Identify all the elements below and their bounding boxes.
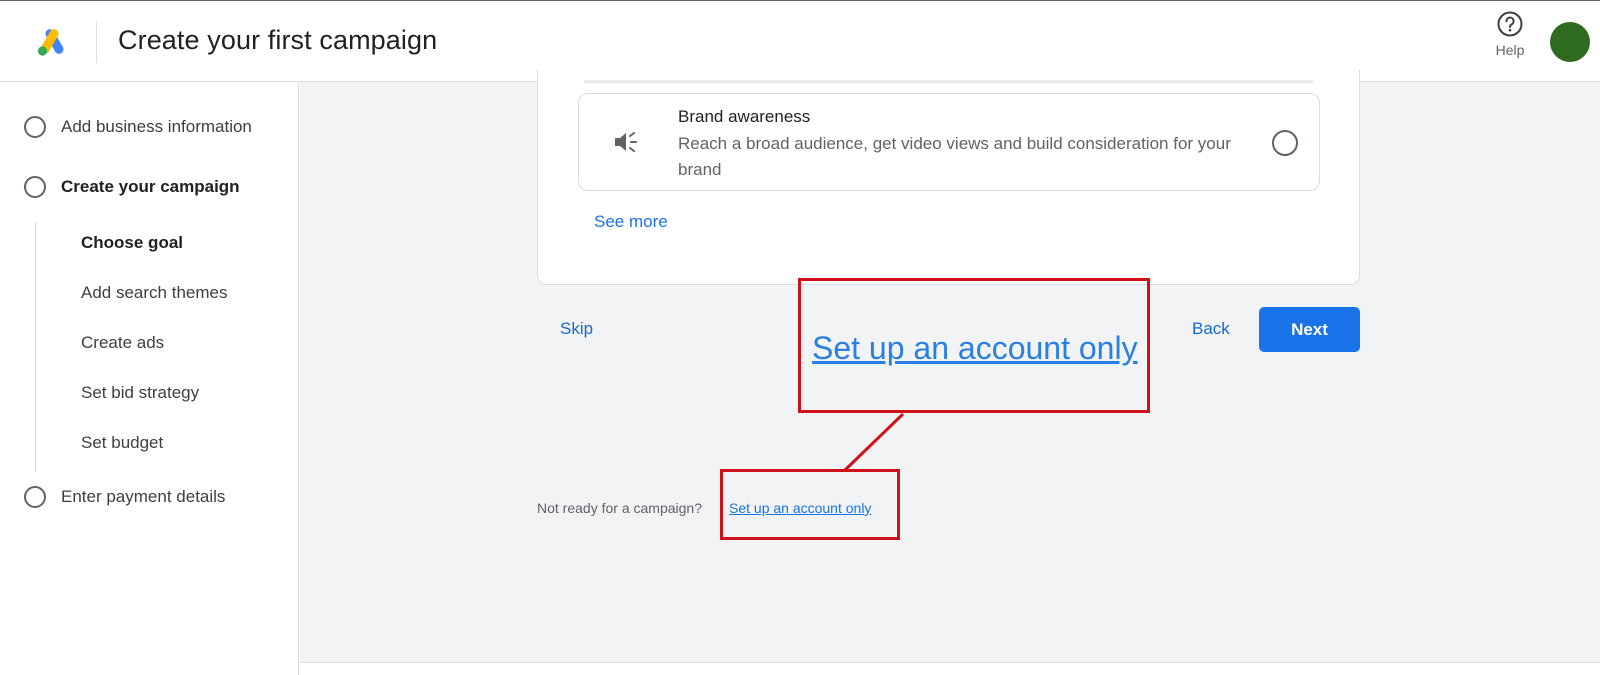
substep-set-bid-strategy[interactable]: Set bid strategy xyxy=(81,383,199,403)
substep-add-search-themes[interactable]: Add search themes xyxy=(81,283,227,303)
not-ready-text: Not ready for a campaign? xyxy=(537,500,702,516)
step-status-circle-icon xyxy=(24,486,46,508)
main-footer-strip xyxy=(300,662,1600,675)
page-title: Create your first campaign xyxy=(118,25,438,55)
step-label: Add business information xyxy=(61,117,252,136)
next-button[interactable]: Next xyxy=(1259,307,1360,352)
step-label: Create your campaign xyxy=(61,177,240,196)
substep-connector-line xyxy=(35,222,36,472)
step-status-circle-icon xyxy=(24,116,46,138)
google-ads-logo[interactable] xyxy=(36,27,68,57)
step-add-business-information[interactable]: Add business information xyxy=(24,116,252,138)
stepper-sidebar: Add business information Create your cam… xyxy=(0,82,299,675)
help-circle-icon xyxy=(1497,11,1523,37)
see-more-link[interactable]: See more xyxy=(594,212,668,232)
goal-option-brand-awareness[interactable]: Brand awareness Reach a broad audience, … xyxy=(578,93,1320,191)
goal-option-description: Reach a broad audience, get video views … xyxy=(678,134,1231,179)
avatar[interactable] xyxy=(1550,22,1590,62)
substep-choose-goal[interactable]: Choose goal xyxy=(81,233,183,253)
step-label: Enter payment details xyxy=(61,487,226,506)
help-label: Help xyxy=(1495,42,1525,58)
megaphone-icon xyxy=(615,132,637,152)
substep-create-ads[interactable]: Create ads xyxy=(81,333,164,353)
step-enter-payment-details[interactable]: Enter payment details xyxy=(24,486,225,508)
callout-magnified-text: Set up an account only xyxy=(812,330,1138,366)
previous-option-edge xyxy=(584,80,1314,83)
callout-highlight-box xyxy=(720,469,900,540)
goal-option-title: Brand awareness xyxy=(678,107,811,126)
help-button[interactable]: Help xyxy=(1488,11,1532,58)
back-button[interactable]: Back xyxy=(1192,319,1230,339)
header-divider xyxy=(96,21,97,63)
step-create-your-campaign[interactable]: Create your campaign xyxy=(24,176,240,198)
goal-option-radio[interactable] xyxy=(1272,130,1298,156)
step-status-circle-icon xyxy=(24,176,46,198)
substep-set-budget[interactable]: Set budget xyxy=(81,433,163,453)
skip-button[interactable]: Skip xyxy=(560,319,593,339)
